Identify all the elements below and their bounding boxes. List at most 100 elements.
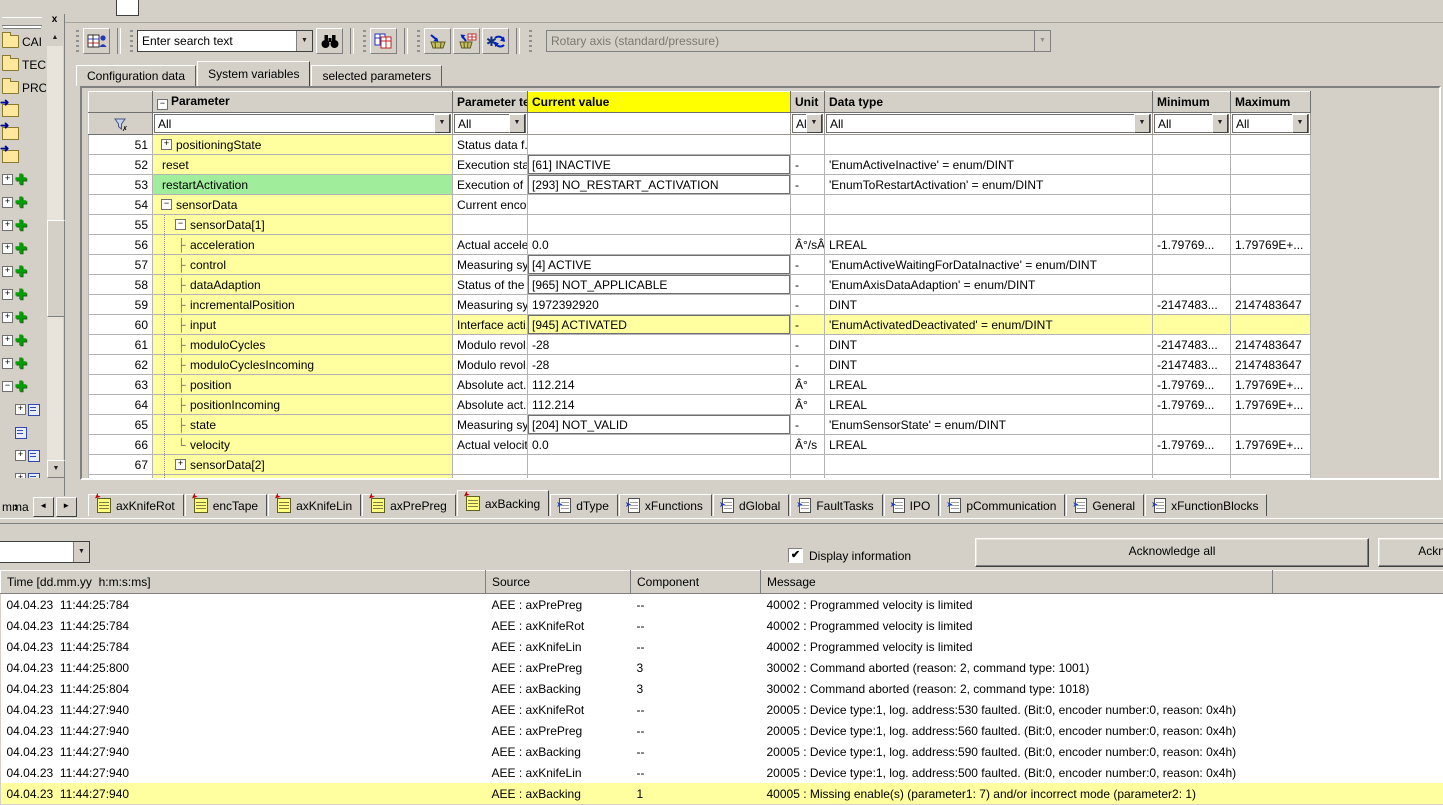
sheet-tab-dGlobal[interactable]: dGlobal <box>713 494 789 516</box>
header-parameter[interactable]: −Parameter <box>153 92 453 113</box>
unit-cell[interactable] <box>791 135 825 155</box>
parameter-text-cell[interactable]: Execution sta... <box>453 155 528 175</box>
sheet-tab-FaultTasks[interactable]: FaultTasks <box>790 494 882 516</box>
current-value-cell[interactable]: 0.0 <box>528 435 791 455</box>
expand-icon[interactable]: + <box>2 289 13 300</box>
tree-item[interactable]: +✚ <box>0 191 46 214</box>
scroll-down-icon[interactable]: ▼ <box>47 460 65 478</box>
tree-item[interactable]: −✚ <box>0 375 46 398</box>
expand-icon[interactable]: + <box>2 243 13 254</box>
filter-unit[interactable]: All▼ <box>791 113 825 135</box>
maximum-cell[interactable] <box>1231 415 1311 435</box>
sheet-tab-IPO[interactable]: IPO <box>884 494 940 516</box>
minimum-cell[interactable] <box>1153 255 1231 275</box>
current-value-cell[interactable]: 112.214 <box>528 395 791 415</box>
maximum-cell[interactable]: 1.79769E+... <box>1231 235 1311 255</box>
row-number-cell[interactable]: 62 <box>89 355 153 375</box>
param-row[interactable]: 61├moduloCyclesModulo revol...-28-DINT-2… <box>89 335 1311 355</box>
filter-maximum[interactable]: All▼ <box>1231 113 1311 135</box>
unit-cell[interactable]: - <box>791 335 825 355</box>
log-row[interactable]: 04.04.23 11:44:27:940AEE : axKnifeRot--2… <box>1 699 1443 720</box>
log-filter-combobox[interactable]: ▼ <box>0 541 90 563</box>
current-value-cell[interactable]: [4] ACTIVE <box>528 255 791 275</box>
parameter-cell[interactable]: +sensorData[2] <box>153 455 453 475</box>
parameter-text-cell[interactable]: Execution of ... <box>453 175 528 195</box>
collapse-icon[interactable]: − <box>175 219 186 230</box>
close-icon[interactable]: x <box>48 14 61 26</box>
param-row[interactable]: 62├moduloCyclesIncomingModulo revol...-2… <box>89 355 1311 375</box>
expand-icon[interactable]: + <box>2 358 13 369</box>
data-type-cell[interactable] <box>825 195 1153 215</box>
parameter-cell[interactable]: ├dataAdaption <box>153 275 453 295</box>
tree-item[interactable]: CAI <box>0 30 46 53</box>
parameter-text-cell[interactable]: Status data f... <box>453 135 528 155</box>
log-row[interactable]: 04.04.23 11:44:27:940AEE : axKnifeLin--2… <box>1 762 1443 783</box>
expert-list-button[interactable] <box>83 28 110 54</box>
acknowledge-button[interactable]: Acknowledge <box>1378 538 1443 567</box>
row-number-cell[interactable]: 55 <box>89 215 153 235</box>
maximum-cell[interactable]: 2147483647 <box>1231 335 1311 355</box>
chevron-down-icon[interactable]: ▼ <box>73 542 89 562</box>
parameter-cell[interactable] <box>153 475 453 481</box>
tree-vertical-scrollbar[interactable]: ▲ ▼ <box>47 30 63 478</box>
param-row[interactable]: 67+sensorData[2] <box>89 455 1311 475</box>
unit-cell[interactable]: - <box>791 255 825 275</box>
parameter-text-cell[interactable]: Actual accele... <box>453 235 528 255</box>
toolbar-grip[interactable] <box>130 30 133 52</box>
maximum-cell[interactable] <box>1231 275 1311 295</box>
parameter-cell[interactable]: ├acceleration <box>153 235 453 255</box>
collapse-icon[interactable]: − <box>161 199 172 210</box>
row-number-cell[interactable]: 64 <box>89 395 153 415</box>
sheet-tab-axPrePreg[interactable]: axPrePreg <box>362 494 456 516</box>
panel-grip[interactable]: x <box>0 14 64 28</box>
expand-icon[interactable]: + <box>2 220 13 231</box>
tree-item[interactable]: +✚ <box>0 214 46 237</box>
chevron-down-icon[interactable]: ▼ <box>509 114 525 133</box>
chevron-down-icon[interactable]: ▼ <box>1134 114 1150 133</box>
param-row[interactable]: 56├accelerationActual accele...0.0Â°/sÂL… <box>89 235 1311 255</box>
maximum-cell[interactable] <box>1231 255 1311 275</box>
parameter-cell[interactable]: reset <box>153 155 453 175</box>
parameter-text-cell[interactable]: Current enco... <box>453 195 528 215</box>
param-row[interactable]: 60├inputInterface acti...[945] ACTIVATED… <box>89 315 1311 335</box>
minimum-cell[interactable]: -1.79769... <box>1153 235 1231 255</box>
data-type-cell[interactable] <box>825 215 1153 235</box>
minimum-cell[interactable]: -1.79769... <box>1153 375 1231 395</box>
data-type-cell[interactable]: 'EnumSensorState' = enum/DINT <box>825 415 1153 435</box>
parameter-text-cell[interactable]: Status of the ... <box>453 275 528 295</box>
sheet-tab-xFunctionBlocks[interactable]: xFunctionBlocks <box>1145 494 1267 516</box>
current-value-cell[interactable]: [61] INACTIVE <box>528 155 791 175</box>
unit-cell[interactable]: - <box>791 295 825 315</box>
param-row[interactable]: 65├stateMeasuring sy...[204] NOT_VALID-'… <box>89 415 1311 435</box>
parameter-cell[interactable]: −sensorData <box>153 195 453 215</box>
minimum-cell[interactable] <box>1153 155 1231 175</box>
parameter-cell[interactable]: ├input <box>153 315 453 335</box>
collapse-all-icon[interactable]: − <box>157 99 168 110</box>
log-header-source[interactable]: Source <box>486 571 631 594</box>
param-row[interactable]: 58├dataAdaptionStatus of the ...[965] NO… <box>89 275 1311 295</box>
param-row[interactable]: 55−sensorData[1] <box>89 215 1311 235</box>
maximum-cell[interactable]: 1.79769E+... <box>1231 395 1311 415</box>
minimum-cell[interactable] <box>1153 415 1231 435</box>
parameter-text-cell[interactable]: Measuring sy... <box>453 255 528 275</box>
current-value-cell[interactable] <box>528 135 791 155</box>
parameter-text-cell[interactable]: Modulo revol... <box>453 335 528 355</box>
minimum-cell[interactable] <box>1153 215 1231 235</box>
unit-cell[interactable]: - <box>791 415 825 435</box>
current-value-cell[interactable]: 0.0 <box>528 235 791 255</box>
copy-from-basket-button[interactable] <box>453 28 480 54</box>
find-button[interactable] <box>316 28 343 54</box>
expand-icon[interactable]: + <box>15 404 26 415</box>
sheet-tab-encTape[interactable]: encTape <box>185 494 267 516</box>
expand-icon[interactable]: + <box>2 266 13 277</box>
tree-item[interactable] <box>0 145 46 168</box>
data-type-cell[interactable]: DINT <box>825 295 1153 315</box>
current-value-cell[interactable]: [945] ACTIVATED <box>528 315 791 335</box>
log-row[interactable]: 04.04.23 11:44:27:940AEE : axBacking1400… <box>1 783 1443 804</box>
maximum-cell[interactable]: 2147483647 <box>1231 355 1311 375</box>
parameter-text-cell[interactable] <box>453 455 528 475</box>
parameter-cell[interactable]: ├position <box>153 375 453 395</box>
minimum-cell[interactable] <box>1153 455 1231 475</box>
param-row[interactable]: 54−sensorDataCurrent enco... <box>89 195 1311 215</box>
sheet-tab-pCommunication[interactable]: pCommunication <box>940 494 1065 516</box>
